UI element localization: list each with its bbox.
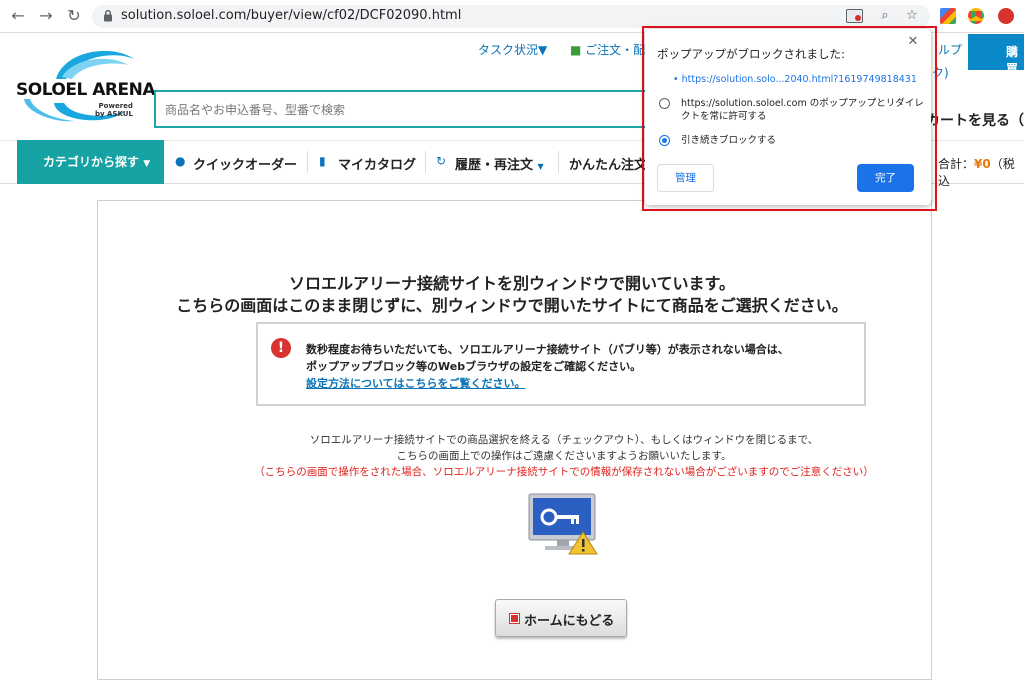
book-icon: ▮ [319,154,326,168]
allow-popups-label[interactable]: https://solution.soloel.com のポップアップとリダイレ… [681,97,924,123]
page-heading-1: ソロエルアリーナ接続サイトを別ウィンドウで開いています。 [289,274,735,293]
continue-blocking-label[interactable]: 引き続きブロックする [681,134,776,147]
refresh-icon: ↻ [436,154,447,168]
star-bookmark-icon[interactable]: ☆ [903,8,921,24]
chevron-down-icon: ▼ [143,159,151,169]
alert-icon: ! [271,338,291,358]
search-placeholder: 商品名やお申込番号、型番で検索 [165,103,346,117]
forward-arrow-icon[interactable]: → [36,6,56,26]
nav-easy-order[interactable]: かんたん注文 [569,154,647,173]
back-arrow-icon[interactable]: ← [8,6,28,26]
notice-text-1: 数秒程度お待ちいただいても、ソロエルアリーナ接続サイト（パブリ等）が表示されない… [306,343,789,356]
logo-subtext: Powered by ASKUL [95,102,133,118]
category-menu-button[interactable]: カテゴリから探す ▼ [17,140,164,184]
allow-popups-radio[interactable] [659,98,670,109]
logo-text: SOLOEL ARENA [16,80,155,100]
chrome-extension-icon[interactable] [968,8,984,24]
settings-help-link[interactable]: 設定方法についてはこちらをご覧ください。 [306,375,525,391]
url-text[interactable]: solution.soloel.com/buyer/view/cf02/DCF0… [121,8,461,23]
home-button[interactable]: ホームにもどる [495,599,627,637]
nav-my-catalog[interactable]: マイカタログ [338,154,416,173]
reload-icon[interactable]: ↻ [64,6,84,26]
notice-text-2: ポップアップブロック等のWebブラウザの設定をご確認ください。 [306,360,642,373]
done-button[interactable]: 完了 [857,164,914,192]
nav-divider [307,151,308,173]
nav-divider [558,151,559,173]
info-text-1: ソロエルアリーナ接続サイトでの商品選択を終える（チェックアウト）、もしくはウィン… [309,434,819,446]
lock-icon [104,9,112,22]
monitor-key-icon [528,493,598,555]
nav-divider [425,151,426,173]
popup-blocked-icon[interactable] [846,9,863,23]
clock-icon: ● [175,154,186,168]
cart-total: 合計：¥0（税込 [938,157,1015,188]
blocked-popup-link[interactable]: • https://solution.solo...2040.html?1619… [673,74,917,85]
task-status-link[interactable]: タスク状況▼ [478,41,547,58]
purchase-button[interactable]: 購買 [968,34,1024,76]
continue-blocking-radio[interactable] [659,135,670,146]
extension-icon[interactable] [940,8,956,24]
popup-title: ポップアップがブロックされました: [657,47,845,61]
zoom-icon[interactable]: ⌕ [876,8,894,24]
page-heading-2: こちらの画面はこのまま閉じずに、別ウィンドウで開いたサイトにて商品をご選択くださ… [176,296,848,315]
caution-text: （こちらの画面で操作をされた場合、ソロエルアリーナ接続サイトでの情報が保存されな… [254,466,874,478]
truck-icon: ■ [570,43,582,57]
help-link[interactable]: ルプ [938,41,962,58]
security-extension-icon[interactable] [998,8,1014,24]
order-link[interactable]: ■ ご注文・配 [570,41,645,58]
chevron-down-icon: ▼ [537,162,544,171]
close-icon[interactable]: ✕ [906,34,920,50]
view-cart-link[interactable]: カートを見る（ [926,110,1024,130]
manage-button[interactable]: 管理 [657,164,714,192]
nav-history[interactable]: 履歴・再注文 ▼ [455,154,544,173]
info-text-2: こちらの画面上での操作はご遠慮くださいますようお願いいたします。 [396,450,732,462]
nav-quick-order[interactable]: クイックオーダー [193,154,297,173]
